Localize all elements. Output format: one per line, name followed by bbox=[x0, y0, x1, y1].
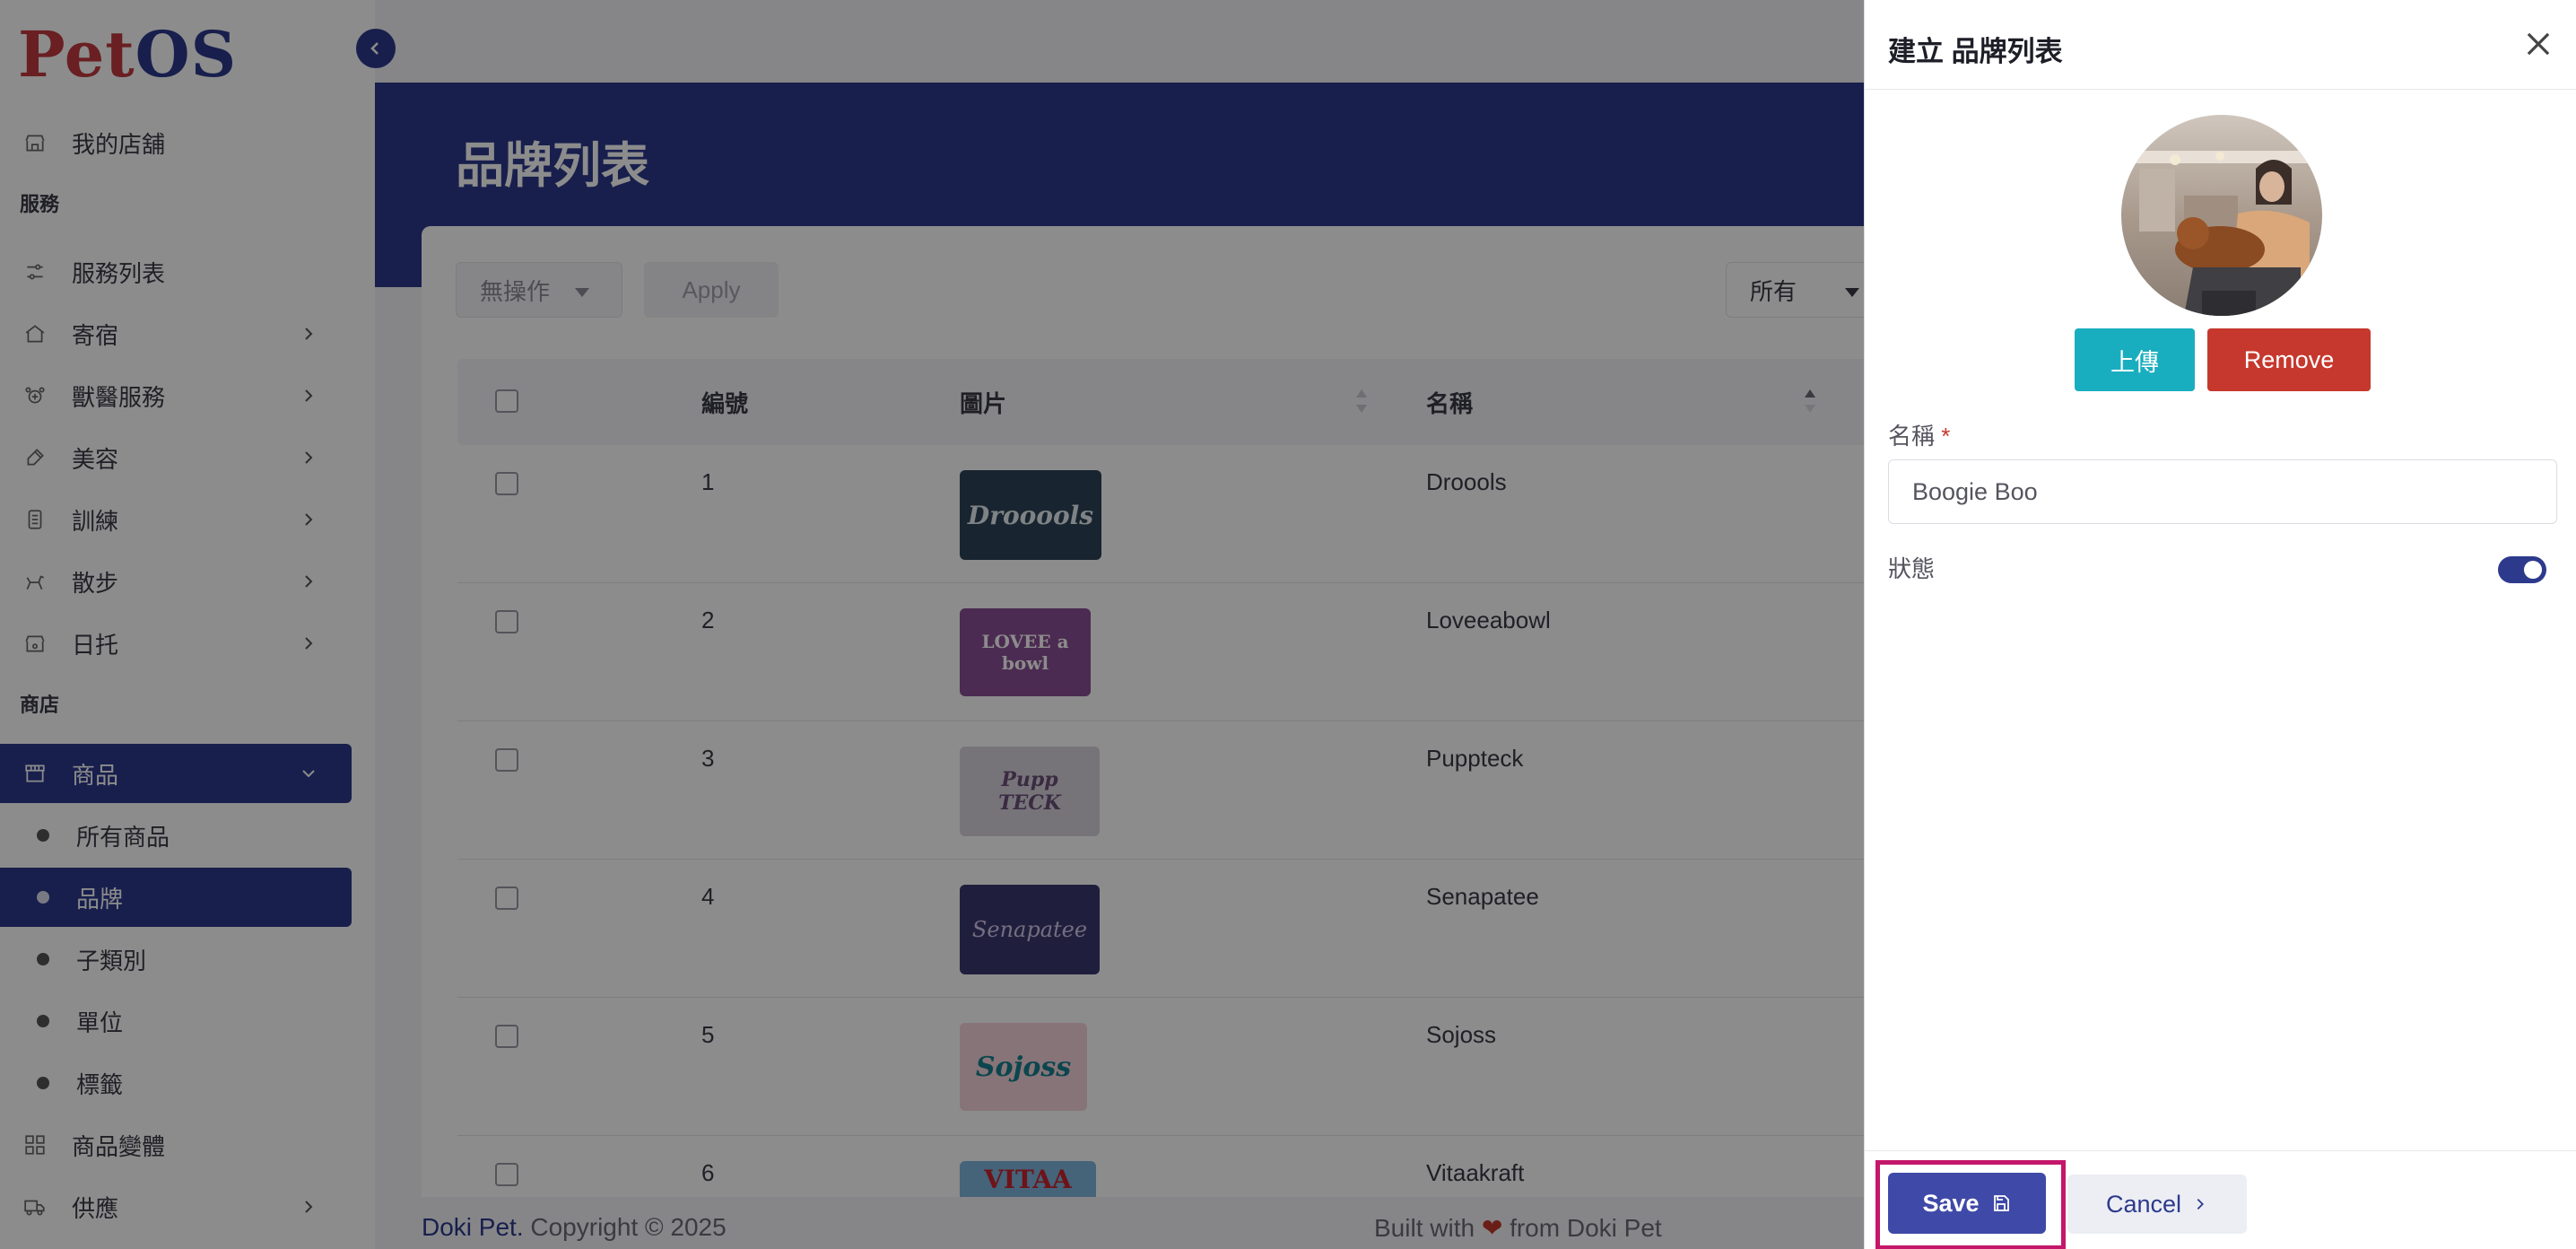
save-icon bbox=[1993, 1195, 2009, 1211]
drawer-header: 建立 品牌列表 bbox=[1865, 0, 2576, 90]
name-label: 名稱 * bbox=[1888, 418, 1950, 451]
required-marker: * bbox=[1941, 423, 1951, 450]
cancel-button[interactable]: Cancel bbox=[2067, 1175, 2247, 1234]
brand-photo bbox=[2121, 115, 2322, 316]
cancel-button-label: Cancel bbox=[2105, 1190, 2182, 1218]
name-input[interactable] bbox=[1888, 459, 2557, 524]
save-button[interactable]: Save bbox=[1888, 1173, 2046, 1234]
drawer-footer: Save Cancel bbox=[1865, 1150, 2576, 1249]
status-toggle[interactable] bbox=[2498, 556, 2546, 583]
toggle-knob bbox=[2524, 561, 2542, 579]
name-label-text: 名稱 bbox=[1888, 423, 1936, 450]
remove-button[interactable]: Remove bbox=[2207, 328, 2371, 391]
create-brand-drawer: 建立 品牌列表 上傳 Remove 名稱 * Boogie Boo 狀態 Sav… bbox=[1864, 0, 2576, 1249]
modal-backdrop[interactable] bbox=[0, 0, 1864, 1249]
upload-button[interactable]: 上傳 bbox=[2075, 328, 2195, 391]
brand-image-preview bbox=[2121, 115, 2322, 316]
close-icon[interactable] bbox=[2521, 27, 2555, 61]
save-button-label: Save bbox=[1922, 1189, 1980, 1217]
chevron-right-icon bbox=[2197, 1198, 2204, 1210]
status-label: 狀態 bbox=[1888, 555, 1936, 582]
drawer-title: 建立 品牌列表 bbox=[1888, 36, 2063, 67]
